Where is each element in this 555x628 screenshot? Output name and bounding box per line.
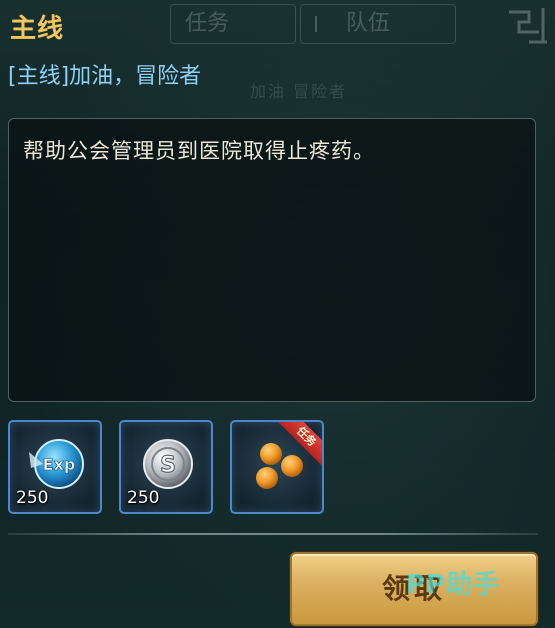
section-title: 主线 (10, 14, 65, 44)
flag-icon (315, 16, 331, 32)
quest-name: [主线]加油，冒险者 (8, 64, 202, 89)
exp-icon-text: Exp (43, 455, 76, 474)
reward-quantity: 250 (127, 488, 160, 508)
background-tab-team-label: 队伍 (346, 11, 391, 36)
reward-slot-exp[interactable]: Exp 250 (8, 420, 102, 514)
reward-slot-quest-item[interactable]: 任务 (230, 420, 324, 514)
background-tab-strip: 任务 队伍 (150, 0, 490, 48)
background-tab-team: 队伍 (300, 4, 456, 44)
silver-coin-icon: S (143, 439, 193, 489)
corner-ornament-icon (509, 8, 547, 44)
exp-orb-icon: Exp (29, 439, 84, 489)
silver-icon-text: S (160, 453, 176, 478)
watermark: PP助手 (406, 570, 501, 600)
background-tab-quests: 任务 (170, 4, 296, 44)
divider (8, 533, 538, 535)
quest-item-ribbon: 任务 (276, 422, 322, 468)
reward-quantity: 250 (16, 488, 49, 508)
quest-description-box: 帮助公会管理员到医院取得止疼药。 (8, 118, 536, 402)
quest-description: 帮助公会管理员到医院取得止疼药。 (23, 139, 375, 163)
background-tab-quests-label: 任务 (185, 11, 230, 36)
quest-item-ribbon-label: 任务 (276, 422, 322, 468)
background-ghost-text: 加油 冒险者 (250, 82, 348, 101)
reward-slot-silver[interactable]: S 250 (119, 420, 213, 514)
